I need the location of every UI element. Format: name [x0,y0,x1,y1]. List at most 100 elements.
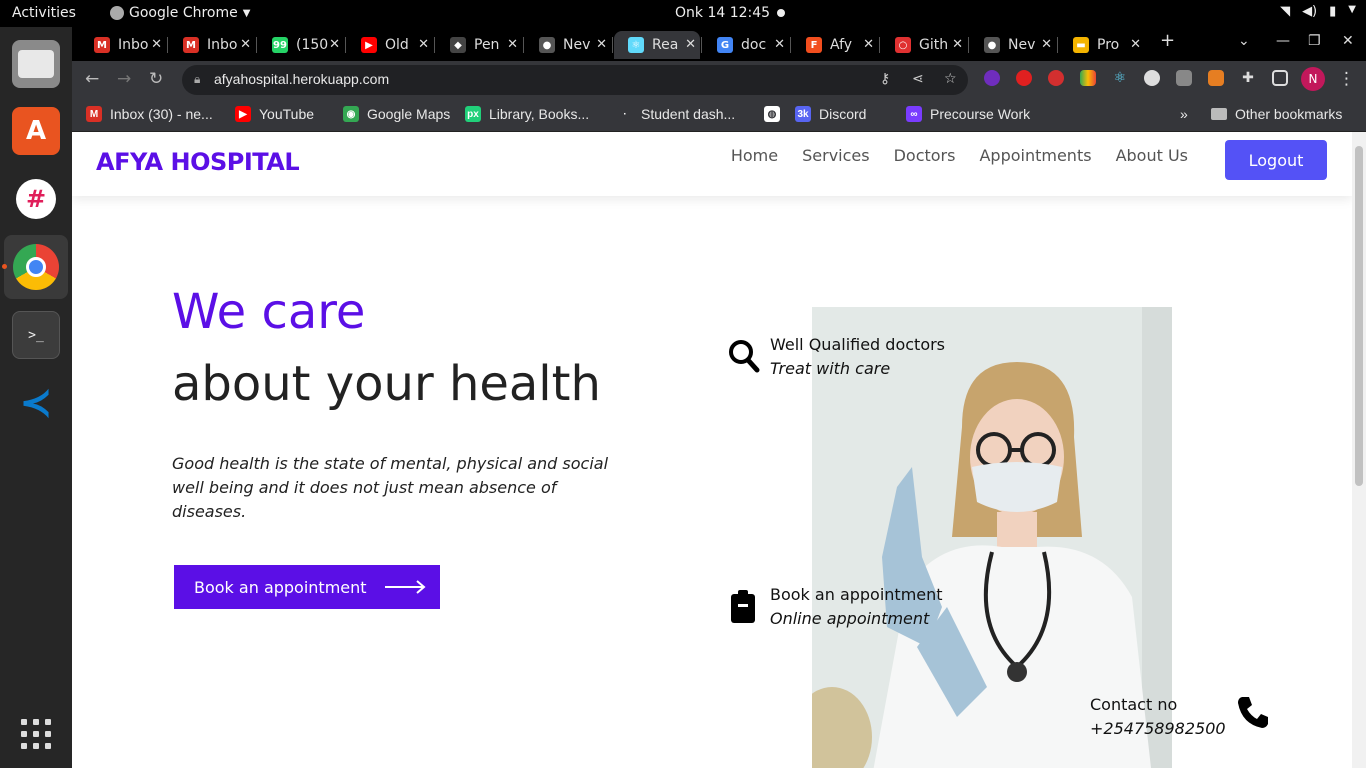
browser-tab[interactable]: Gdoc ✕ [703,31,789,59]
browser-tab[interactable]: F Afy ✕ [792,31,878,59]
logout-button[interactable]: Logout [1225,140,1327,180]
stop-extension-icon[interactable] [1048,70,1064,86]
bookmark-favicon-icon: · [617,106,633,122]
tab-close-icon[interactable]: ✕ [418,37,429,52]
scrollbar-thumb[interactable] [1355,146,1363,486]
side-panel-icon[interactable] [1272,70,1288,86]
tab-label: Pro [1097,37,1120,53]
tab-close-icon[interactable]: ✕ [1130,37,1141,52]
browser-tab[interactable]: ● Nev ✕ [525,31,611,59]
tab-close-icon[interactable]: ✕ [1041,37,1052,52]
extension-icon-2[interactable] [1080,70,1096,86]
tab-close-icon[interactable]: ✕ [151,37,162,52]
site-brand[interactable]: AFYA HOSPITAL [96,148,300,176]
bookmarks-bar: M Inbox (30) - ne... ▶ YouTube ◉ Google Maps p… [72,98,1366,132]
bookmark-star-icon[interactable]: ☆ [944,71,957,87]
extension-icon-3[interactable] [1144,70,1160,86]
nav-services[interactable]: Services [802,146,869,165]
menu-icon[interactable]: ⋮ [1338,69,1355,89]
site-nav-links: Home Services Doctors Appointments About… [731,146,1188,165]
feature-book-appointment: Book an appointment Online appointment [728,583,943,631]
puzzle-icon[interactable]: ✚ [1240,70,1256,86]
browser-tab[interactable]: ▶ Old ✕ [347,31,433,59]
nav-appointments[interactable]: Appointments [979,146,1091,165]
files-icon[interactable] [12,40,60,88]
chevron-down-icon: ▼ [242,7,251,19]
bookmark-item[interactable]: ∞ Precourse Work [906,106,1030,122]
chevron-down-icon: ▼ [1348,4,1356,15]
bookmark-item[interactable]: 3k Discord [795,106,866,122]
battery-icon: ▮ [1329,4,1337,19]
maximize-button[interactable]: ❐ [1308,33,1321,49]
back-button[interactable]: ← [85,69,99,89]
tab-close-icon[interactable]: ✕ [685,37,696,52]
browser-tab[interactable]: ▬ Pro ✕ [1059,31,1145,59]
slack-icon[interactable]: # [12,175,60,223]
browser-tab[interactable]: 99 (150 ✕ [258,31,344,59]
browser-tab[interactable]: ○ Gith ✕ [881,31,967,59]
feature-title: Contact no [1090,695,1178,714]
extension-icon-4[interactable] [1176,70,1192,86]
bookmarks-overflow-icon[interactable]: » [1180,106,1188,122]
new-tab-button[interactable]: + [1160,30,1175,51]
tab-close-icon[interactable]: ✕ [329,37,340,52]
other-bookmarks[interactable]: Other bookmarks [1211,106,1342,122]
tab-close-icon[interactable]: ✕ [774,37,785,52]
react-devtools-icon[interactable]: ⚛ [1112,70,1128,86]
terminal-icon[interactable]: >_ [12,311,60,359]
lighthouse-icon[interactable] [1208,70,1224,86]
site-navbar: AFYA HOSPITAL Home Services Doctors Appo… [72,132,1352,196]
tab-close-icon[interactable]: ✕ [507,37,518,52]
activities-button[interactable]: Activities [12,5,76,21]
tab-search-icon[interactable]: ⌄ [1238,33,1250,49]
app-menu[interactable]: Google Chrome ▼ [110,5,250,21]
bookmark-label: Discord [819,106,867,122]
nav-doctors[interactable]: Doctors [894,146,956,165]
browser-tab[interactable]: ⚛ Rea ✕ [614,31,700,59]
browser-tab[interactable]: ● Nev ✕ [970,31,1056,59]
tab-label: doc [741,37,767,53]
tab-favicon-icon: ● [539,37,555,53]
system-tray[interactable]: ◥ ◀) ▮ ▼ [1280,4,1356,19]
browser-tab[interactable]: M Inbo ✕ [169,31,255,59]
reload-button[interactable]: ↻ [149,69,163,89]
software-center-icon[interactable]: A [12,107,60,155]
share-icon[interactable]: ⋖ [912,71,924,87]
bookmark-label: Google Maps [367,106,451,122]
book-appointment-button[interactable]: Book an appointment [174,565,440,609]
profile-avatar[interactable]: N [1301,67,1325,91]
extension-icon-1[interactable] [984,70,1000,86]
feature-subtitle: Treat with care [770,359,891,378]
tab-close-icon[interactable]: ✕ [596,37,607,52]
nav-about-us[interactable]: About Us [1116,146,1188,165]
tab-separator [612,37,613,53]
show-apps-icon[interactable] [12,710,60,758]
vscode-icon[interactable]: ≺ [12,379,60,427]
minimize-button[interactable]: — [1276,33,1290,49]
chrome-dock-icon[interactable] [12,243,60,291]
bookmark-item[interactable]: ▶ YouTube [235,106,314,122]
tab-close-icon[interactable]: ✕ [952,37,963,52]
bookmark-item[interactable]: M Inbox (30) - ne... [86,106,213,122]
adblock-icon[interactable] [1016,70,1032,86]
tab-favicon-icon: G [717,37,733,53]
bookmark-item[interactable]: ◍ [764,106,780,122]
hero-description: Good health is the state of mental, phys… [172,454,609,521]
page-scrollbar[interactable] [1352,132,1366,768]
nav-home[interactable]: Home [731,146,778,165]
clipboard-icon [731,590,755,623]
address-bar[interactable]: 🔒︎ afyahospital.herokuapp.com ⚷ ⋖ ☆ [182,65,968,95]
bookmark-favicon-icon: ◉ [343,106,359,122]
clock[interactable]: Onk 14 12:45 [675,5,770,21]
close-window-button[interactable]: ✕ [1342,33,1354,49]
tab-close-icon[interactable]: ✕ [240,37,251,52]
bookmark-item[interactable]: · Student dash... [617,106,735,122]
tab-close-icon[interactable]: ✕ [863,37,874,52]
browser-tab[interactable]: ◆ Pen ✕ [436,31,522,59]
key-icon[interactable]: ⚷ [880,71,890,87]
bookmark-item[interactable]: px Library, Books... [465,106,589,122]
bookmark-item[interactable]: ◉ Google Maps [343,106,450,122]
browser-tab[interactable]: M Inbo ✕ [80,31,166,59]
forward-button[interactable]: → [117,69,131,89]
tab-strip: M Inbo ✕ M Inbo ✕ 99 (150 ✕ ▶ Old ✕ ◆ Pen ✕ ● Nev ✕ ⚛ Rea ✕ G… [72,27,1366,61]
